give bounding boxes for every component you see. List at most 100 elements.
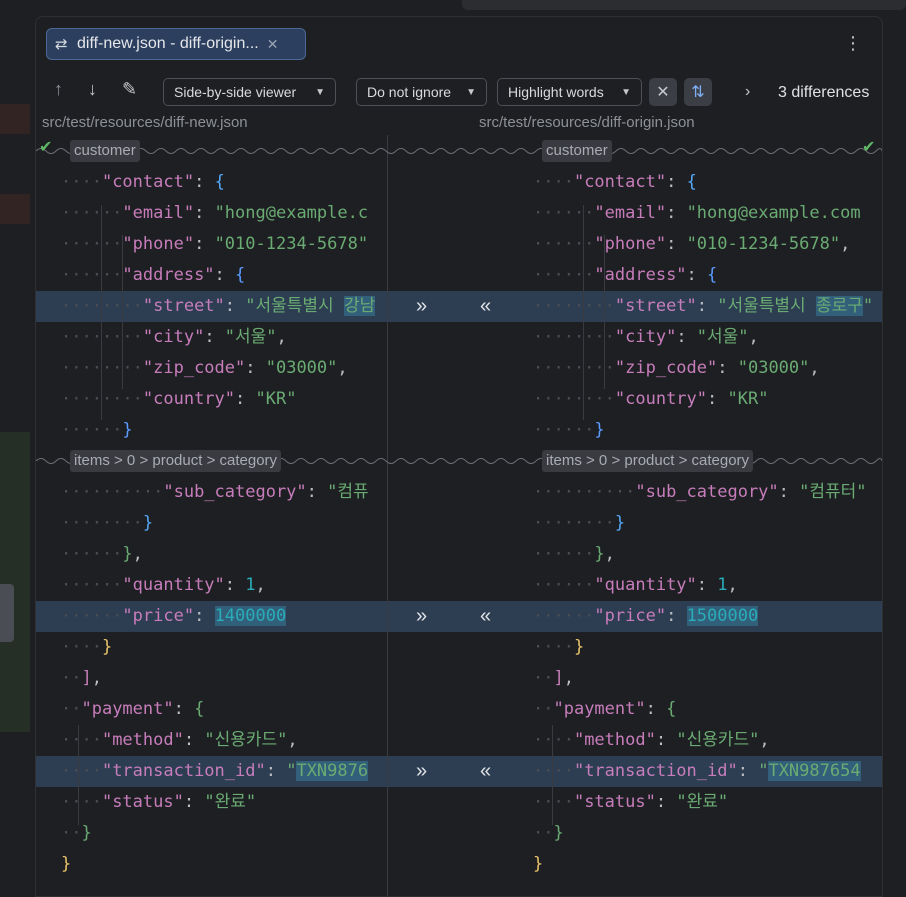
code-line[interactable]: ········"country": "KR" [528, 384, 882, 415]
code-line[interactable]: ······"phone": "010-1234-5678", [528, 229, 882, 260]
indent-guide: ·········· [61, 482, 164, 502]
code-line[interactable]: ········"city": "서울", [36, 322, 387, 353]
code-line[interactable]: ····"contact": { [528, 167, 882, 198]
previous-difference-icon[interactable]: ↑ [54, 79, 63, 100]
close-icon[interactable]: ✕ [267, 36, 279, 53]
code-line[interactable]: ······"quantity": 1, [36, 570, 387, 601]
code-line[interactable]: } [528, 849, 882, 880]
code-line[interactable]: ····} [36, 632, 387, 663]
more-options-icon[interactable]: ⋮ [844, 33, 862, 54]
code-text: "sub_category": "컴퓨 [163, 482, 369, 502]
code-line[interactable]: ······} [36, 415, 387, 446]
indent-guide-line [78, 725, 79, 825]
sync-scroll-icon[interactable]: ⇅ [684, 78, 712, 106]
apply-left-icon[interactable]: « [480, 291, 491, 322]
chevron-down-icon: ▼ [621, 86, 631, 98]
indent-guide: ·· [61, 699, 82, 719]
collapse-unchanged-icon[interactable]: ✕ [649, 78, 677, 106]
viewer-mode-dropdown[interactable]: Side-by-side viewer ▼ [163, 78, 336, 106]
code-line[interactable]: ··], [528, 663, 882, 694]
fold-customer-right[interactable]: customer [542, 140, 612, 162]
code-line[interactable]: ······}, [36, 539, 387, 570]
code-line[interactable]: ········"zip_code": "03000", [528, 353, 882, 384]
code-line[interactable]: ······"email": "hong@example.com [528, 198, 882, 229]
code-line[interactable]: ········"street": "서울특별시 종로구" [528, 291, 882, 322]
code-text: "contact": { [573, 172, 697, 192]
edit-pencil-icon[interactable]: ✎ [122, 79, 137, 100]
left-pane-change-marker [0, 104, 30, 134]
code-line[interactable]: ··} [36, 818, 387, 849]
code-text: "address": { [122, 265, 246, 285]
apply-right-icon[interactable]: » [416, 601, 427, 632]
code-line[interactable]: } [36, 849, 387, 880]
indent-guide: ······ [61, 265, 123, 285]
indent-guide: ········ [61, 513, 143, 533]
code-line[interactable]: ····} [528, 632, 882, 663]
code-line[interactable]: ····"status": "완료" [528, 787, 882, 818]
code-line[interactable]: ········"country": "KR" [36, 384, 387, 415]
code-line[interactable]: ······"quantity": 1, [528, 570, 882, 601]
code-line[interactable]: ····"method": "신용카드", [528, 725, 882, 756]
code-line[interactable]: ······"address": { [528, 260, 882, 291]
code-text: "country": "KR" [614, 389, 769, 409]
fold-items-left[interactable]: items > 0 > product > category [70, 450, 282, 472]
code-line[interactable]: ········"city": "서울", [528, 322, 882, 353]
code-line[interactable]: ······"price": 1500000 [528, 601, 882, 632]
code-line[interactable]: ······"email": "hong@example.c [36, 198, 387, 229]
top-strip [0, 0, 906, 14]
code-line[interactable]: ····"method": "신용카드", [36, 725, 387, 756]
code-line[interactable]: ··} [528, 818, 882, 849]
indent-guide: ···· [61, 730, 102, 750]
apply-right-icon[interactable]: » [416, 291, 427, 322]
code-line[interactable]: ······"price": 1400000 [36, 601, 387, 632]
code-text: "zip_code": "03000", [142, 358, 348, 378]
viewer-mode-label: Side-by-side viewer [174, 84, 297, 100]
code-line[interactable]: ····"transaction_id": "TXN987654 [528, 756, 882, 787]
code-line[interactable]: ······}, [528, 539, 882, 570]
next-difference-icon[interactable]: ↓ [88, 79, 97, 100]
indent-guide: ·· [61, 668, 82, 688]
apply-left-icon[interactable]: « [480, 601, 491, 632]
right-code-pane[interactable]: ····"contact": {······"email": "hong@exa… [528, 135, 882, 896]
code-line[interactable]: ········} [36, 508, 387, 539]
left-pane-scrollbar[interactable] [0, 584, 14, 642]
code-text: "city": "서울", [142, 327, 287, 347]
code-text: } [81, 823, 92, 843]
indent-guide: ········ [533, 296, 615, 316]
code-line[interactable]: ··········"sub_category": "컴퓨 [36, 477, 387, 508]
code-text: "method": "신용카드", [101, 730, 298, 750]
code-line[interactable]: ··"payment": { [36, 694, 387, 725]
chevron-down-icon: ▼ [466, 86, 476, 98]
indent-guide: ···· [61, 761, 102, 781]
left-code-pane[interactable]: ····"contact": {······"email": "hong@exa… [36, 135, 387, 896]
diff-tab[interactable]: ⇄ diff-new.json - diff-origin... ✕ [46, 28, 306, 60]
code-line[interactable]: ····"contact": { [36, 167, 387, 198]
apply-left-icon[interactable]: « [480, 756, 491, 787]
code-line[interactable]: ······"phone": "010-1234-5678" [36, 229, 387, 260]
code-line[interactable]: ······} [528, 415, 882, 446]
code-text: "street": "서울특별시 강남 [142, 296, 376, 316]
apply-right-icon[interactable]: » [416, 756, 427, 787]
code-line[interactable]: ········"street": "서울특별시 강남 [36, 291, 387, 322]
code-line[interactable]: ······"address": { [36, 260, 387, 291]
code-line[interactable]: ··], [36, 663, 387, 694]
code-text: "status": "완료" [573, 792, 729, 812]
code-line[interactable]: ··········"sub_category": "컴퓨터" [528, 477, 882, 508]
indent-guide: ···· [533, 172, 574, 192]
code-text: "method": "신용카드", [573, 730, 770, 750]
code-text: "transaction_id": "TXN987654 [573, 761, 861, 781]
fold-items-right[interactable]: items > 0 > product > category [542, 450, 754, 472]
indent-guide: ······ [61, 606, 123, 626]
highlight-mode-dropdown[interactable]: Highlight words ▼ [497, 78, 642, 106]
code-line[interactable]: ········"zip_code": "03000", [36, 353, 387, 384]
code-line[interactable]: ··"payment": { [528, 694, 882, 725]
ignore-whitespace-dropdown[interactable]: Do not ignore ▼ [356, 78, 487, 106]
chevron-right-icon[interactable]: › [745, 83, 750, 101]
code-line[interactable]: ········} [528, 508, 882, 539]
indent-guide: ········ [533, 389, 615, 409]
code-text: } [142, 513, 154, 533]
fold-customer-left[interactable]: customer [70, 140, 140, 162]
code-text: "quantity": 1, [122, 575, 266, 595]
code-line[interactable]: ····"transaction_id": "TXN9876 [36, 756, 387, 787]
code-line[interactable]: ····"status": "완료" [36, 787, 387, 818]
